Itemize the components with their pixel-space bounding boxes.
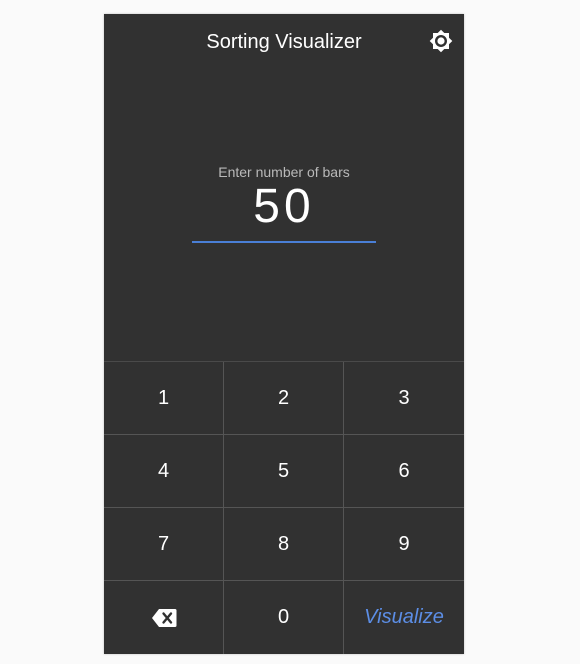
key-4[interactable]: 4 — [104, 435, 224, 508]
bar-count-label: Enter number of bars — [218, 164, 350, 180]
theme-toggle-button[interactable] — [428, 28, 454, 54]
key-9[interactable]: 9 — [344, 508, 464, 581]
numeric-keypad: 1 2 3 4 5 6 7 8 9 0 Visualize — [104, 361, 464, 655]
key-2[interactable]: 2 — [224, 362, 344, 435]
key-5[interactable]: 5 — [224, 435, 344, 508]
key-1[interactable]: 1 — [104, 362, 224, 435]
app-title: Sorting Visualizer — [206, 31, 362, 53]
app-bar: Sorting Visualizer — [104, 14, 464, 70]
key-7[interactable]: 7 — [104, 508, 224, 581]
key-3[interactable]: 3 — [344, 362, 464, 435]
input-underline — [192, 241, 376, 243]
bar-count-value[interactable]: 50 — [192, 182, 376, 232]
bar-count-field[interactable]: Enter number of bars 50 — [192, 162, 376, 244]
key-6[interactable]: 6 — [344, 435, 464, 508]
app-window: Sorting Visualizer Enter number of bars … — [104, 14, 464, 654]
brightness-icon — [429, 29, 453, 53]
key-0[interactable]: 0 — [224, 581, 344, 654]
key-8[interactable]: 8 — [224, 508, 344, 581]
backspace-icon — [151, 608, 176, 627]
visualize-button[interactable]: Visualize — [344, 581, 464, 654]
backspace-button[interactable] — [104, 581, 224, 654]
